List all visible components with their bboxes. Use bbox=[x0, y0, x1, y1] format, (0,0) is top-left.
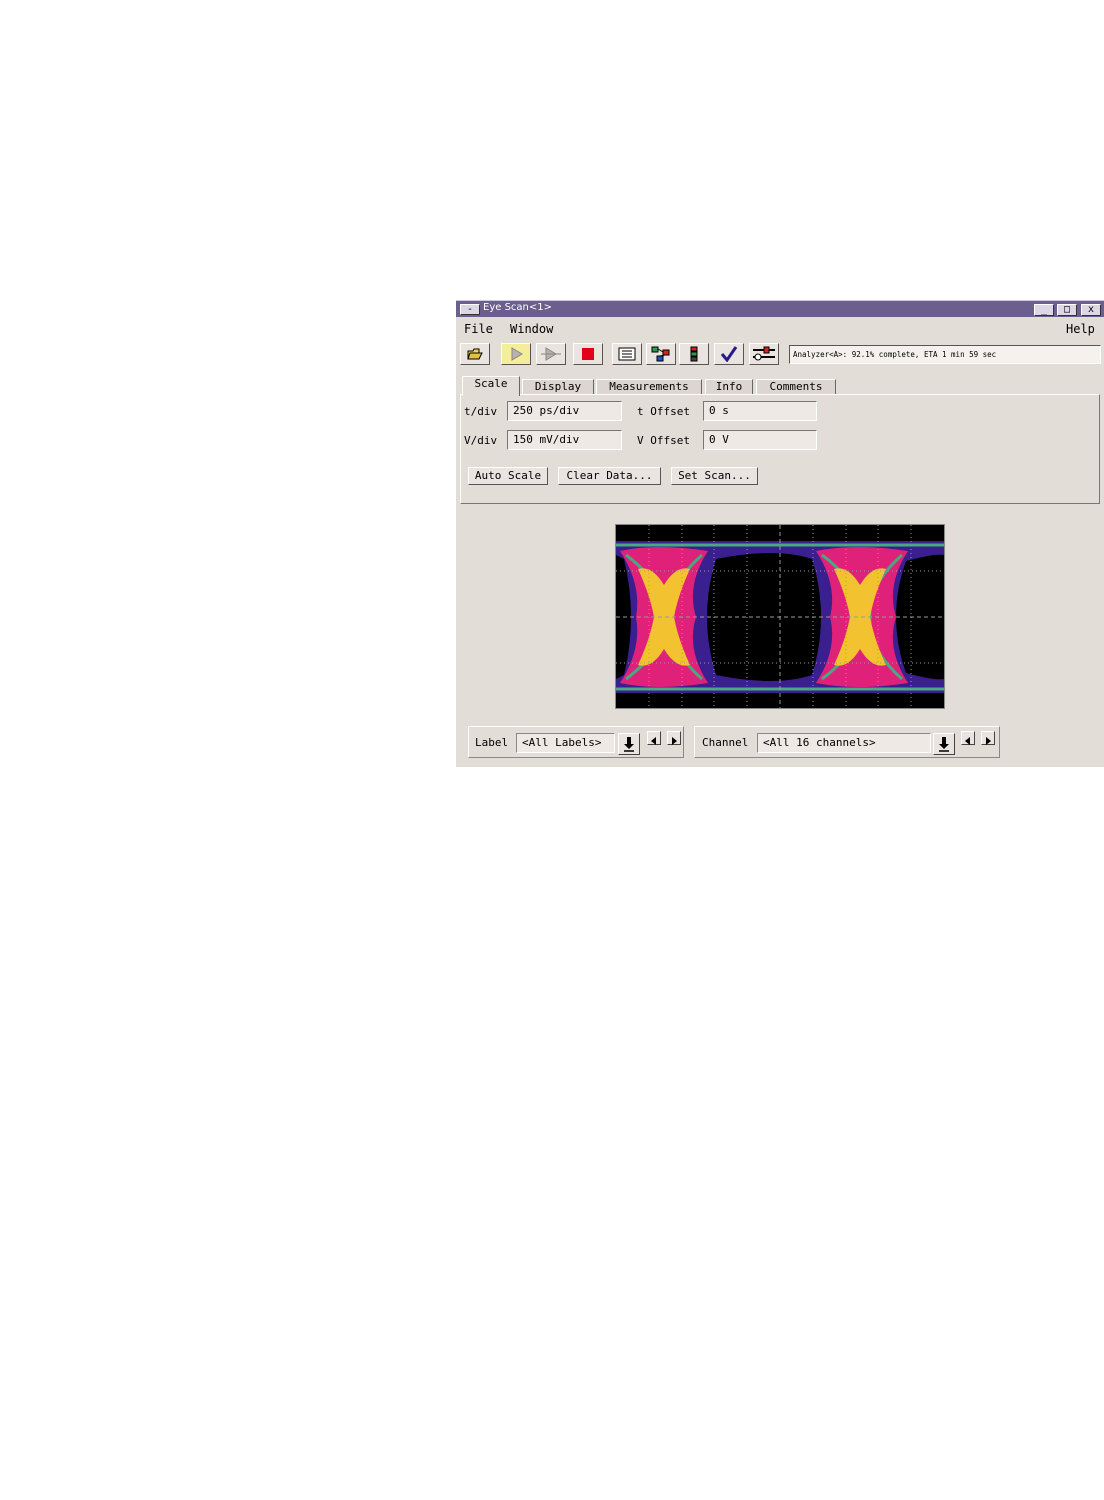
channel-caption: Channel bbox=[702, 736, 749, 749]
label-prev-button[interactable] bbox=[647, 731, 661, 745]
open-button[interactable] bbox=[460, 343, 490, 365]
tab-info[interactable]: Info bbox=[705, 379, 753, 395]
close-button[interactable]: x bbox=[1081, 304, 1101, 316]
vdiv-field[interactable]: 150 mV/div bbox=[507, 430, 622, 450]
label-next-button[interactable] bbox=[667, 731, 681, 745]
eye-diagram-canvas bbox=[616, 525, 944, 708]
run-icon bbox=[511, 347, 523, 361]
minimize-button[interactable]: _ bbox=[1034, 304, 1054, 316]
title-bar[interactable]: - Eye Scan<1> _ □ x bbox=[456, 300, 1104, 317]
menu-help[interactable]: Help bbox=[1066, 322, 1095, 336]
toffset-field[interactable]: 0 s bbox=[703, 401, 817, 421]
scale-panel: t/div 250 ps/div t Offset 0 s V/div 150 … bbox=[460, 394, 1100, 504]
tdiv-field[interactable]: 250 ps/div bbox=[507, 401, 622, 421]
markers-icon bbox=[690, 346, 698, 362]
listing-button[interactable] bbox=[612, 343, 642, 365]
voffset-label: V Offset bbox=[637, 434, 690, 447]
stop-icon bbox=[582, 348, 594, 360]
eye-scan-window: - Eye Scan<1> _ □ x File Window Help Ana… bbox=[456, 300, 1104, 767]
label-combo[interactable]: <All Labels> bbox=[516, 733, 615, 753]
menu-window[interactable]: Window bbox=[510, 322, 553, 336]
label-selector-group: Label <All Labels> bbox=[468, 726, 684, 758]
clear-data-button[interactable]: Clear Data... bbox=[558, 467, 661, 485]
channel-dropdown-button[interactable] bbox=[933, 733, 955, 755]
menu-file[interactable]: File bbox=[464, 322, 493, 336]
settings-icon bbox=[753, 346, 775, 361]
listing-icon bbox=[618, 347, 636, 361]
triangle-right-icon bbox=[986, 737, 991, 745]
vdiv-label: V/div bbox=[464, 434, 498, 447]
stop-button[interactable] bbox=[573, 343, 603, 365]
markers-button[interactable] bbox=[679, 343, 709, 365]
tab-measurements[interactable]: Measurements bbox=[596, 379, 702, 395]
tab-scale[interactable]: Scale bbox=[462, 376, 520, 396]
maximize-button[interactable]: □ bbox=[1057, 304, 1077, 316]
verify-button[interactable] bbox=[714, 343, 744, 365]
triangle-left-icon bbox=[651, 737, 656, 745]
toffset-label: t Offset bbox=[637, 405, 690, 418]
tab-comments[interactable]: Comments bbox=[756, 379, 836, 395]
tab-display[interactable]: Display bbox=[522, 379, 594, 395]
check-icon bbox=[720, 346, 738, 362]
settings-button[interactable] bbox=[749, 343, 779, 365]
arrow-down-icon bbox=[939, 737, 949, 752]
channel-next-button[interactable] bbox=[981, 731, 995, 745]
channel-selector-group: Channel <All 16 channels> bbox=[694, 726, 1000, 758]
tdiv-label: t/div bbox=[464, 405, 498, 418]
tab-bar: Scale Display Measurements Info Comments bbox=[456, 376, 1104, 396]
voffset-field[interactable]: 0 V bbox=[703, 430, 817, 450]
run-repetitive-button[interactable] bbox=[536, 343, 566, 365]
set-scan-button[interactable]: Set Scan... bbox=[671, 467, 758, 485]
auto-scale-button[interactable]: Auto Scale bbox=[468, 467, 548, 485]
run-button[interactable] bbox=[501, 343, 531, 365]
system-menu-button[interactable]: - bbox=[460, 304, 480, 315]
channel-combo[interactable]: <All 16 channels> bbox=[757, 733, 931, 753]
run-repetitive-icon bbox=[541, 347, 561, 361]
triangle-left-icon bbox=[965, 737, 970, 745]
overview-button[interactable] bbox=[646, 343, 676, 365]
status-bar: Analyzer<A>: 92.1% complete, ETA 1 min 5… bbox=[789, 345, 1101, 364]
channel-prev-button[interactable] bbox=[961, 731, 975, 745]
open-folder-icon bbox=[467, 348, 483, 360]
triangle-right-icon bbox=[672, 737, 677, 745]
arrow-down-icon bbox=[624, 737, 634, 752]
eye-diagram[interactable] bbox=[615, 524, 945, 709]
overview-icon bbox=[651, 346, 670, 362]
menu-bar: File Window Help bbox=[456, 318, 1104, 340]
label-caption: Label bbox=[475, 736, 509, 749]
window-title: Eye Scan<1> bbox=[483, 302, 552, 313]
label-dropdown-button[interactable] bbox=[618, 733, 640, 755]
